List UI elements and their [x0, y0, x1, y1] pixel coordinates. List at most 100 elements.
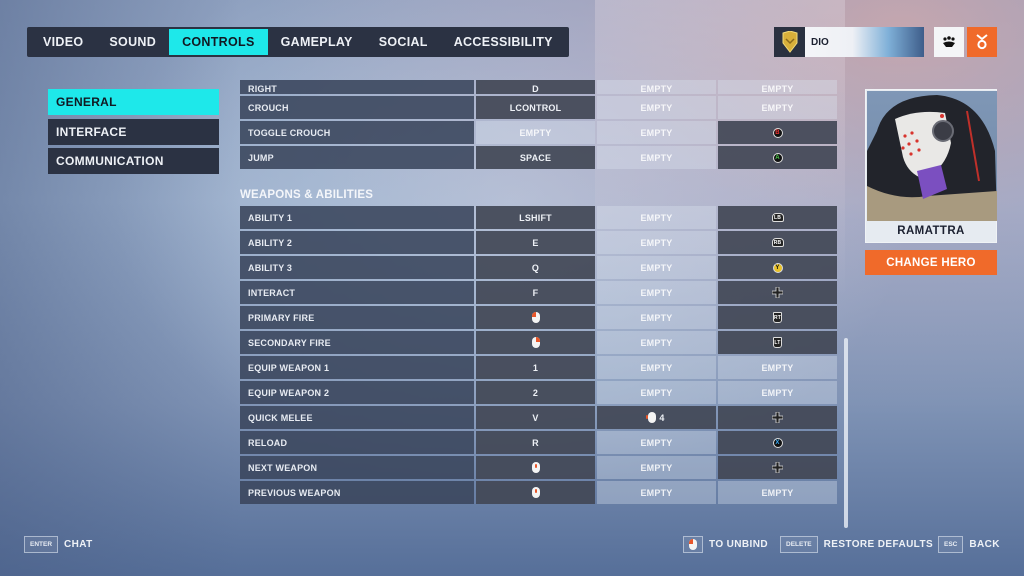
secondary-binding[interactable]: 4 — [597, 406, 716, 429]
settings-tabs: VIDEO SOUND CONTROLS GAMEPLAY SOCIAL ACC… — [27, 27, 569, 57]
secondary-binding[interactable]: EMPTY — [597, 80, 716, 94]
binding-row: ABILITY 3 Q EMPTY Y — [240, 256, 840, 279]
binding-row: QUICK MELEE V 4 — [240, 406, 840, 429]
player-name: DIO — [805, 27, 924, 57]
secondary-binding[interactable]: EMPTY — [597, 356, 716, 379]
chat-shortcut[interactable]: ENTER CHAT — [24, 536, 93, 553]
binding-action-label: PREVIOUS WEAPON — [240, 481, 474, 504]
primary-binding[interactable]: LSHIFT — [476, 206, 595, 229]
controller-binding[interactable]: EMPTY — [718, 356, 837, 379]
controller-binding[interactable]: LB — [718, 206, 837, 229]
unbind-hint: TO UNBIND — [683, 536, 768, 553]
controller-binding[interactable]: EMPTY — [718, 481, 837, 504]
back-label: BACK — [969, 539, 1000, 550]
binding-action-label: NEXT WEAPON — [240, 456, 474, 479]
primary-binding[interactable] — [476, 481, 595, 504]
hero-name: RAMATTRA — [897, 225, 965, 237]
secondary-binding[interactable]: EMPTY — [597, 281, 716, 304]
player-profile[interactable]: DIO — [774, 27, 924, 57]
controller-binding[interactable]: B — [718, 121, 837, 144]
binding-row: JUMP SPACE EMPTY A — [240, 146, 840, 169]
rewards-icon — [976, 34, 988, 50]
binding-action-label: ABILITY 3 — [240, 256, 474, 279]
binding-action-label: EQUIP WEAPON 2 — [240, 381, 474, 404]
controller-binding[interactable]: RT — [718, 306, 837, 329]
secondary-binding[interactable]: EMPTY — [597, 206, 716, 229]
controller-binding[interactable]: EMPTY — [718, 381, 837, 404]
change-hero-button[interactable]: CHANGE HERO — [865, 250, 997, 275]
scrollbar-thumb[interactable] — [844, 338, 848, 528]
binding-key-text: 4 — [659, 412, 665, 423]
controller-binding[interactable] — [718, 456, 837, 479]
primary-binding[interactable]: LCONTROL — [476, 96, 595, 119]
binding-row: PRIMARY FIRE EMPTY RT — [240, 306, 840, 329]
hero-portrait — [867, 91, 997, 221]
secondary-binding[interactable]: EMPTY — [597, 306, 716, 329]
tab-accessibility[interactable]: ACCESSIBILITY — [441, 29, 566, 55]
restore-defaults-button[interactable]: DELETE RESTORE DEFAULTS — [780, 536, 933, 553]
hero-card: RAMATTRA — [865, 89, 997, 243]
tab-controls[interactable]: CONTROLS — [169, 29, 268, 55]
secondary-binding[interactable]: EMPTY — [597, 256, 716, 279]
primary-binding[interactable] — [476, 331, 595, 354]
tab-gameplay[interactable]: GAMEPLAY — [268, 29, 366, 55]
binding-row: ABILITY 2 E EMPTY RB — [240, 231, 840, 254]
binding-action-label: RIGHT — [240, 80, 474, 94]
secondary-binding[interactable]: EMPTY — [597, 381, 716, 404]
controller-binding[interactable]: A — [718, 146, 837, 169]
tab-sound[interactable]: SOUND — [96, 29, 169, 55]
primary-binding[interactable]: V — [476, 406, 595, 429]
unbind-label: TO UNBIND — [709, 539, 768, 550]
binding-action-label: EQUIP WEAPON 1 — [240, 356, 474, 379]
controller-binding[interactable]: EMPTY — [718, 96, 837, 119]
binding-row: INTERACT F EMPTY — [240, 281, 840, 304]
tab-social[interactable]: SOCIAL — [366, 29, 441, 55]
A-button-icon: A — [772, 152, 783, 163]
primary-binding[interactable]: 1 — [476, 356, 595, 379]
primary-binding[interactable]: D — [476, 80, 595, 94]
back-button[interactable]: ESC BACK — [938, 536, 1000, 553]
dpad-up-icon — [772, 287, 783, 298]
side-nav-interface[interactable]: INTERFACE — [48, 118, 219, 145]
primary-binding[interactable]: Q — [476, 256, 595, 279]
side-nav-general[interactable]: GENERAL — [48, 89, 219, 115]
secondary-binding[interactable]: EMPTY — [597, 146, 716, 169]
primary-binding[interactable]: E — [476, 231, 595, 254]
binding-action-label: ABILITY 1 — [240, 206, 474, 229]
secondary-binding[interactable]: EMPTY — [597, 431, 716, 454]
secondary-binding[interactable]: EMPTY — [597, 481, 716, 504]
controller-binding[interactable]: X — [718, 431, 837, 454]
enter-keycap: ENTER — [24, 536, 59, 553]
rewards-button[interactable] — [967, 27, 997, 57]
LT-trigger-icon: LT — [773, 337, 782, 348]
secondary-binding[interactable]: EMPTY — [597, 331, 716, 354]
secondary-binding[interactable]: EMPTY — [597, 456, 716, 479]
controller-binding[interactable]: Y — [718, 256, 837, 279]
primary-binding[interactable]: SPACE — [476, 146, 595, 169]
mouse-wheel-down-icon — [531, 487, 540, 498]
friends-button[interactable] — [934, 27, 964, 57]
secondary-binding[interactable]: EMPTY — [597, 121, 716, 144]
secondary-binding[interactable]: EMPTY — [597, 231, 716, 254]
secondary-binding[interactable]: EMPTY — [597, 96, 716, 119]
controller-binding[interactable]: LT — [718, 331, 837, 354]
binding-action-label: RELOAD — [240, 431, 474, 454]
primary-binding[interactable]: R — [476, 431, 595, 454]
primary-binding[interactable] — [476, 306, 595, 329]
controller-binding[interactable]: RB — [718, 231, 837, 254]
chat-label: CHAT — [64, 539, 93, 550]
primary-binding[interactable] — [476, 456, 595, 479]
controller-binding[interactable] — [718, 281, 837, 304]
mouse-right-click-icon — [683, 536, 703, 553]
controller-binding[interactable] — [718, 406, 837, 429]
tab-video[interactable]: VIDEO — [30, 29, 96, 55]
side-nav-communication[interactable]: COMMUNICATION — [48, 148, 219, 174]
binding-row: PREVIOUS WEAPON EMPTY EMPTY — [240, 481, 840, 504]
controller-binding[interactable]: EMPTY — [718, 80, 837, 94]
primary-binding[interactable]: F — [476, 281, 595, 304]
primary-binding[interactable]: EMPTY — [476, 121, 595, 144]
controls-side-nav: GENERAL INTERFACE COMMUNICATION — [48, 89, 219, 178]
binding-action-label: QUICK MELEE — [240, 406, 474, 429]
primary-binding[interactable]: 2 — [476, 381, 595, 404]
delete-keycap: DELETE — [780, 536, 818, 553]
